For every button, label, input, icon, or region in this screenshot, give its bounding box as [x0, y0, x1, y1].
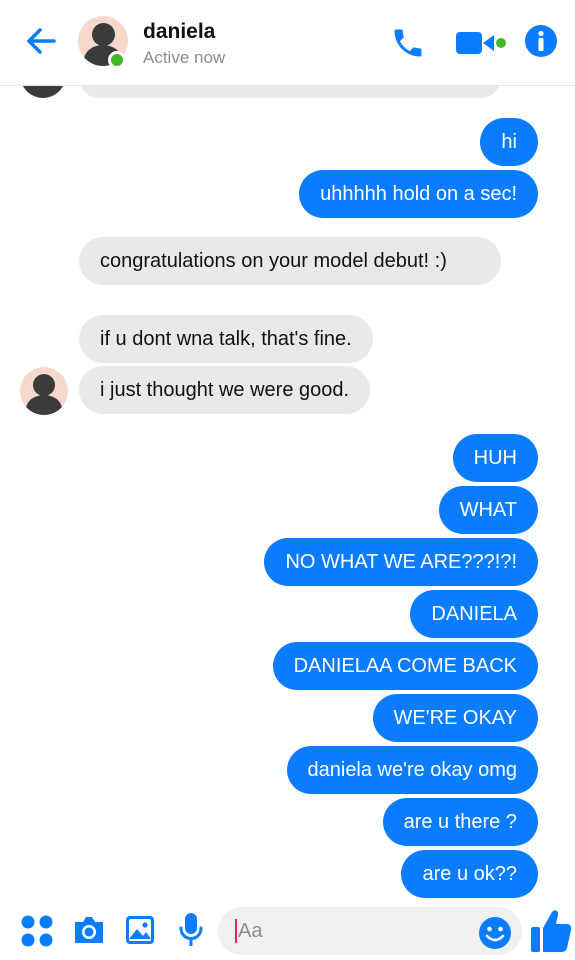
- emoji-icon[interactable]: [478, 916, 512, 950]
- sent-message-bubble[interactable]: hi: [480, 118, 538, 166]
- camera-icon[interactable]: [72, 914, 106, 946]
- sent-message-bubble[interactable]: WHAT: [438, 486, 538, 534]
- sender-avatar[interactable]: [20, 367, 68, 415]
- image-icon[interactable]: [124, 914, 156, 946]
- back-arrow-icon[interactable]: [24, 24, 58, 58]
- sent-message-bubble[interactable]: DANIELAA COME BACK: [272, 642, 538, 690]
- sent-message-bubble[interactable]: are u ok??: [401, 850, 538, 898]
- message-input-placeholder: Aa: [238, 920, 263, 942]
- contact-name[interactable]: daniela: [143, 20, 215, 44]
- sent-message-bubble[interactable]: daniela we're okay omg: [286, 746, 538, 794]
- contact-status: Active now: [143, 48, 226, 67]
- sent-message-bubble[interactable]: NO WHAT WE ARE???!?!: [264, 538, 538, 586]
- video-icon[interactable]: [456, 30, 506, 56]
- received-message-bubble[interactable]: i just thought we were good.: [79, 366, 371, 414]
- text-cursor: [235, 919, 237, 943]
- conversation-header: daniela Active now: [0, 0, 575, 86]
- received-message-bubble[interactable]: congratulations on your model debut! :): [79, 237, 501, 285]
- sent-message-bubble[interactable]: uhhhhh hold on a sec!: [299, 170, 538, 218]
- received-message-bubble[interactable]: if u dont wna talk, that's fine.: [79, 315, 373, 363]
- sent-message-bubble[interactable]: are u there ?: [382, 798, 538, 846]
- thumbs-up-icon[interactable]: [530, 908, 572, 954]
- online-status-dot: [108, 51, 126, 69]
- microphone-icon[interactable]: [178, 912, 204, 948]
- sent-message-bubble[interactable]: WE'RE OKAY: [372, 694, 538, 742]
- sent-message-bubble[interactable]: HUH: [452, 434, 538, 482]
- phone-icon[interactable]: [390, 25, 426, 61]
- menu-dots-icon[interactable]: [20, 914, 54, 948]
- info-icon[interactable]: [524, 24, 558, 58]
- sent-message-bubble[interactable]: DANIELA: [410, 590, 538, 638]
- message-input[interactable]: Aa: [218, 907, 522, 955]
